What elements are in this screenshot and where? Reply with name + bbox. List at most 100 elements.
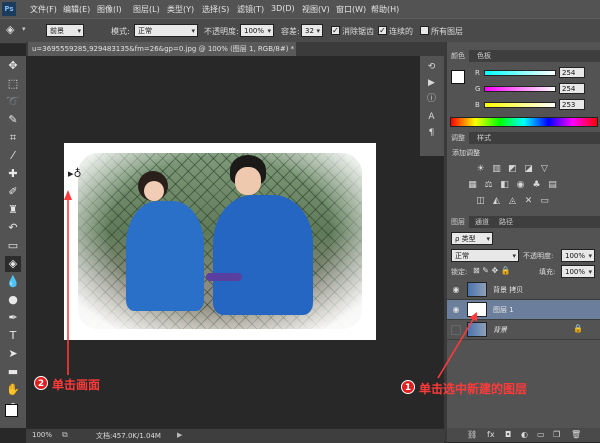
curves-icon[interactable]: ◩ xyxy=(507,164,518,175)
hand-tool-icon[interactable]: ✋ xyxy=(5,382,21,398)
black-white-icon[interactable]: ◧ xyxy=(499,180,510,191)
adjustment-layer-icon[interactable]: ◐ xyxy=(521,430,528,439)
path-select-tool-icon[interactable]: ➤ xyxy=(5,346,21,362)
marquee-tool-icon[interactable]: ⬚ xyxy=(5,76,21,92)
channel-r-slider[interactable] xyxy=(484,70,556,76)
channel-b-slider[interactable] xyxy=(484,102,556,108)
visibility-eye-icon[interactable]: ◉ xyxy=(451,285,461,294)
healing-brush-tool-icon[interactable]: ✚ xyxy=(5,166,21,182)
status-arrow-icon[interactable]: ▶ xyxy=(177,431,182,439)
zoom-level[interactable]: 100% xyxy=(32,431,52,439)
menu-edit[interactable]: 编辑(E) xyxy=(63,4,90,15)
foreground-color-swatch[interactable] xyxy=(5,404,18,417)
fill-source-select[interactable]: 前景 xyxy=(46,24,84,38)
quick-select-tool-icon[interactable]: ✎ xyxy=(5,112,21,128)
layer-blend-mode-select[interactable]: 正常 xyxy=(451,249,519,263)
menu-window[interactable]: 窗口(W) xyxy=(336,4,366,15)
levels-icon[interactable]: ▥ xyxy=(491,164,502,175)
color-spectrum-bar[interactable] xyxy=(450,117,598,127)
blur-tool-icon[interactable]: 💧 xyxy=(5,274,21,290)
document-tab[interactable]: u=3695559285,929483135&fm=26&gp=0.jpg @ … xyxy=(28,42,296,56)
new-group-icon[interactable]: ▭ xyxy=(537,430,545,439)
move-tool-icon[interactable]: ✥ xyxy=(5,58,21,74)
history-panel-icon[interactable]: ⟲ xyxy=(426,62,437,73)
menu-view[interactable]: 视图(V) xyxy=(302,4,330,15)
tool-preset-chevron-icon[interactable]: ▾ xyxy=(22,25,26,33)
tolerance-input[interactable]: 32 xyxy=(301,24,323,38)
photo-filter-icon[interactable]: ◉ xyxy=(515,180,526,191)
color-fg-swatch[interactable] xyxy=(451,70,465,84)
type-tool-icon[interactable]: T xyxy=(5,328,21,344)
color-lookup-icon[interactable]: ▤ xyxy=(547,180,558,191)
paragraph-panel-icon[interactable]: ¶ xyxy=(426,128,437,139)
brush-tool-icon[interactable]: ✐ xyxy=(5,184,21,200)
dodge-tool-icon[interactable]: ● xyxy=(5,292,21,308)
layer-row-layer-1[interactable]: ◉ 图层 1 xyxy=(447,300,600,320)
new-layer-icon[interactable]: ❐ xyxy=(553,430,560,439)
mode-select[interactable]: 正常 xyxy=(134,24,198,38)
menu-layer[interactable]: 图层(L) xyxy=(133,4,160,15)
tab-swatches[interactable]: 色板 xyxy=(473,50,495,62)
pen-tool-icon[interactable]: ✒ xyxy=(5,310,21,326)
layer-filter-select[interactable]: ρ 类型 xyxy=(451,232,493,246)
eyedropper-tool-icon[interactable]: ⁄ xyxy=(5,148,21,164)
contiguous-checkbox[interactable]: ✓ xyxy=(378,26,387,35)
paint-bucket-tool-icon[interactable]: ◈ xyxy=(5,256,21,272)
actions-panel-icon[interactable]: ▶ xyxy=(426,78,437,89)
tab-color[interactable]: 颜色 xyxy=(447,50,469,62)
visibility-off-box[interactable] xyxy=(451,325,461,335)
color-balance-icon[interactable]: ⚖ xyxy=(483,180,494,191)
step2-badge: 2 xyxy=(34,376,48,390)
visibility-eye-icon[interactable]: ◉ xyxy=(451,305,461,314)
paint-bucket-icon[interactable]: ◈ xyxy=(6,23,14,36)
selective-color-icon[interactable]: ✕ xyxy=(523,196,534,207)
invert-icon[interactable]: ◫ xyxy=(475,196,486,207)
layer-fill-input[interactable]: 100% xyxy=(561,265,595,279)
opacity-input[interactable]: 100% xyxy=(240,24,274,38)
eraser-tool-icon[interactable]: ▭ xyxy=(5,238,21,254)
gradient-map-icon[interactable]: ▭ xyxy=(539,196,550,207)
all-layers-checkbox[interactable] xyxy=(420,26,429,35)
threshold-icon[interactable]: ◬ xyxy=(507,196,518,207)
info-panel-icon[interactable]: ⓘ xyxy=(426,94,437,105)
layer-opacity-input[interactable]: 100% xyxy=(561,249,595,263)
antialias-checkbox[interactable]: ✓ xyxy=(331,26,340,35)
tab-adjustments[interactable]: 调整 xyxy=(447,132,469,144)
menu-file[interactable]: 文件(F) xyxy=(30,4,57,15)
channel-mixer-icon[interactable]: ♣ xyxy=(531,180,542,191)
tab-paths[interactable]: 路径 xyxy=(495,216,517,228)
crop-tool-icon[interactable]: ⌗ xyxy=(5,130,21,146)
lock-options-icon[interactable]: ⊠ ✎ ✥ 🔒 xyxy=(473,266,511,275)
clone-stamp-tool-icon[interactable]: ♜ xyxy=(5,202,21,218)
menu-help[interactable]: 帮助(H) xyxy=(371,4,399,15)
history-brush-tool-icon[interactable]: ↶ xyxy=(5,220,21,236)
status-export-icon[interactable]: ⧉ xyxy=(62,430,68,440)
rectangle-tool-icon[interactable]: ▬ xyxy=(5,364,21,380)
add-mask-icon[interactable]: ◘ xyxy=(505,430,511,439)
delete-layer-icon[interactable]: 🗑 xyxy=(571,430,581,439)
menu-type[interactable]: 类型(Y) xyxy=(167,4,194,15)
vibrance-icon[interactable]: ▽ xyxy=(539,164,550,175)
layer-style-icon[interactable]: fx xyxy=(487,430,495,439)
menu-filter[interactable]: 滤镜(T) xyxy=(237,4,264,15)
link-layers-icon[interactable]: ⛓ xyxy=(467,430,477,439)
character-panel-icon[interactable]: A xyxy=(426,112,437,123)
brightness-contrast-icon[interactable]: ☀ xyxy=(475,164,486,175)
document-canvas[interactable]: ▸♁ xyxy=(64,143,376,340)
tab-channels[interactable]: 通道 xyxy=(471,216,493,228)
posterize-icon[interactable]: ◭ xyxy=(491,196,502,207)
layer-row-background[interactable]: 背景 🔒 xyxy=(447,320,600,340)
layer-row-background-copy[interactable]: ◉ 背景 拷贝 xyxy=(447,280,600,300)
channel-b-value[interactable]: 253 xyxy=(559,99,585,110)
menu-select[interactable]: 选择(S) xyxy=(202,4,229,15)
channel-r-value[interactable]: 254 xyxy=(559,67,585,78)
tab-styles[interactable]: 样式 xyxy=(473,132,495,144)
channel-g-slider[interactable] xyxy=(484,86,556,92)
tab-layers[interactable]: 图层 xyxy=(447,216,469,228)
lasso-tool-icon[interactable]: ➰ xyxy=(5,94,21,110)
hue-saturation-icon[interactable]: ▦ xyxy=(467,180,478,191)
exposure-icon[interactable]: ◪ xyxy=(523,164,534,175)
menu-image[interactable]: 图像(I) xyxy=(97,4,122,15)
channel-g-value[interactable]: 254 xyxy=(559,83,585,94)
menu-3d[interactable]: 3D(D) xyxy=(271,4,295,13)
